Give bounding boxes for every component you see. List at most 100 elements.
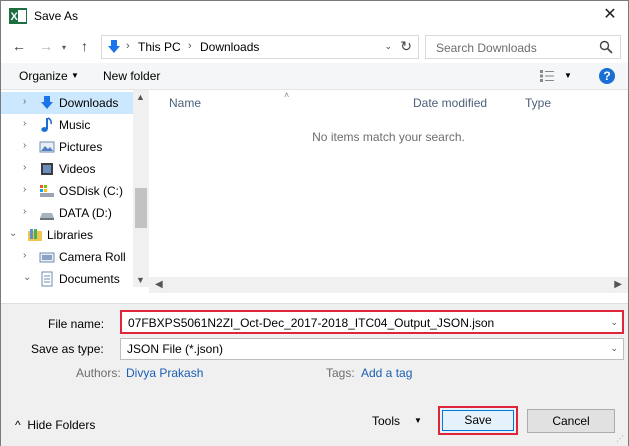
tree-item-libraries[interactable]: ⌄ Libraries: [1, 224, 133, 246]
recent-locations-icon[interactable]: ▾: [62, 41, 66, 55]
search-placeholder: Search Downloads: [436, 41, 537, 55]
tree-item-label: Libraries: [47, 228, 94, 242]
breadcrumb-separator: ›: [188, 40, 192, 52]
tree-item-label: Music: [59, 118, 91, 132]
chevron-right-icon[interactable]: ›: [23, 162, 26, 173]
add-tag-link[interactable]: Add a tag: [361, 366, 412, 380]
chevron-down-icon[interactable]: ⌄: [384, 41, 392, 52]
window-title: Save As: [34, 9, 79, 23]
tree-item-osdisk[interactable]: › OSDisk (C:): [1, 180, 133, 202]
tree-item-label: Videos: [59, 162, 96, 176]
hide-folders-label: Hide Folders: [27, 418, 96, 432]
tools-button[interactable]: Tools: [372, 414, 400, 428]
tree-item-label: Downloads: [59, 96, 119, 110]
close-icon[interactable]: ✕: [600, 5, 620, 25]
scroll-up-icon[interactable]: ▲: [136, 92, 145, 102]
tree-item-label: Camera Roll: [59, 250, 126, 264]
chevron-down-icon[interactable]: ⌄: [610, 343, 618, 354]
tree-item-data-drive[interactable]: › DATA (D:): [1, 202, 133, 224]
authors-label: Authors:: [76, 366, 121, 380]
tree-item-label: OSDisk (C:): [59, 184, 123, 198]
new-folder-button[interactable]: New folder: [103, 69, 160, 83]
search-input[interactable]: Search Downloads: [425, 35, 621, 59]
empty-message: No items match your search.: [312, 130, 465, 144]
horizontal-scrollbar[interactable]: ◀ ▶: [149, 277, 628, 293]
navigation-pane: › Downloads › Music › Pictures › Videos …: [1, 90, 149, 287]
svg-text:X: X: [11, 11, 19, 23]
refresh-icon[interactable]: ↻: [400, 38, 412, 55]
resize-grip-icon[interactable]: ⋰: [616, 434, 624, 443]
authors-value[interactable]: Divya Prakash: [126, 366, 203, 380]
pictures-icon: [39, 141, 55, 153]
chevron-right-icon[interactable]: ›: [23, 184, 26, 195]
save-type-label: Save as type:: [31, 342, 104, 356]
chevron-right-icon[interactable]: ›: [23, 118, 26, 129]
file-name-value[interactable]: 07FBXPS5061N2ZI_Oct-Dec_2017-2018_ITC04_…: [128, 316, 494, 330]
chevron-down-icon[interactable]: ⌄: [23, 272, 31, 283]
libraries-icon: [28, 229, 42, 241]
music-icon: [41, 117, 52, 132]
tree-item-music[interactable]: › Music: [1, 114, 133, 136]
forward-icon[interactable]: →: [39, 39, 53, 53]
save-type-value: JSON File (*.json): [127, 342, 224, 356]
navigation-scrollbar[interactable]: ▲ ▼: [133, 90, 149, 287]
column-header-name[interactable]: Name: [169, 96, 201, 110]
chevron-down-icon[interactable]: ⌄: [610, 317, 618, 328]
tree-item-videos[interactable]: › Videos: [1, 158, 133, 180]
tree-item-label: Pictures: [59, 140, 103, 154]
file-list-pane: Name ˄ Date modified Type No items match…: [149, 90, 628, 293]
chevron-right-icon[interactable]: ›: [23, 250, 26, 261]
breadcrumb-downloads[interactable]: Downloads: [200, 40, 259, 54]
save-button[interactable]: Save: [438, 406, 518, 435]
chevron-right-icon[interactable]: ›: [23, 206, 26, 217]
scroll-down-icon[interactable]: ▼: [136, 275, 145, 285]
breadcrumb-separator: ›: [126, 40, 130, 52]
chevron-down-icon[interactable]: ▼: [71, 71, 79, 80]
address-bar[interactable]: › This PC › Downloads ⌄ ↻: [101, 35, 419, 59]
scroll-left-icon[interactable]: ◀: [155, 279, 163, 290]
view-options-icon[interactable]: [540, 69, 554, 83]
documents-icon: [41, 271, 53, 287]
command-bar: Organize ▼ New folder ▼ ?: [1, 63, 628, 90]
download-icon: [41, 96, 53, 109]
chevron-up-icon: ^: [15, 418, 21, 432]
tree-item-label: DATA (D:): [59, 206, 112, 220]
osdisk-icon: [40, 185, 54, 197]
chevron-down-icon[interactable]: ⌄: [9, 228, 17, 239]
up-folder-icon[interactable]: ↑: [81, 39, 88, 53]
organize-button[interactable]: Organize: [19, 69, 68, 83]
file-name-field[interactable]: 07FBXPS5061N2ZI_Oct-Dec_2017-2018_ITC04_…: [120, 310, 624, 334]
search-icon: [599, 40, 613, 54]
scrollbar-thumb[interactable]: [135, 188, 147, 228]
camera-roll-icon: [39, 252, 55, 263]
chevron-down-icon[interactable]: ▼: [564, 71, 572, 80]
scroll-right-icon[interactable]: ▶: [614, 279, 622, 290]
tags-label: Tags:: [326, 366, 355, 380]
drive-icon: [40, 213, 54, 220]
help-icon[interactable]: ?: [599, 68, 615, 84]
save-form: File name: 07FBXPS5061N2ZI_Oct-Dec_2017-…: [1, 303, 628, 446]
tree-item-label: Documents: [59, 272, 120, 286]
download-icon: [108, 40, 120, 53]
tree-item-downloads[interactable]: › Downloads: [1, 92, 133, 114]
save-as-dialog: X Save As ✕ ← → ▾ ↑ › This PC › Download…: [0, 0, 629, 446]
cancel-button[interactable]: Cancel: [527, 409, 615, 433]
sort-indicator-icon: ˄: [284, 90, 290, 100]
column-header-date-modified[interactable]: Date modified: [413, 96, 487, 110]
chevron-down-icon[interactable]: ▼: [414, 416, 422, 425]
column-header-type[interactable]: Type: [525, 96, 551, 110]
save-button-label: Save: [442, 410, 514, 431]
tree-item-pictures[interactable]: › Pictures: [1, 136, 133, 158]
save-type-select[interactable]: JSON File (*.json) ⌄: [120, 338, 624, 360]
excel-icon: X: [9, 8, 27, 24]
title-bar: X Save As ✕: [1, 1, 628, 31]
chevron-right-icon[interactable]: ›: [23, 96, 26, 107]
file-name-label: File name:: [48, 317, 105, 331]
breadcrumb-this-pc[interactable]: This PC: [138, 40, 181, 54]
back-icon[interactable]: ←: [12, 39, 26, 53]
hide-folders-button[interactable]: ^ Hide Folders: [15, 418, 95, 432]
tree-item-documents[interactable]: ⌄ Documents: [1, 268, 133, 287]
navigation-bar: ← → ▾ ↑ › This PC › Downloads ⌄ ↻ Search…: [1, 31, 628, 63]
tree-item-camera-roll[interactable]: › Camera Roll: [1, 246, 133, 268]
chevron-right-icon[interactable]: ›: [23, 140, 26, 151]
